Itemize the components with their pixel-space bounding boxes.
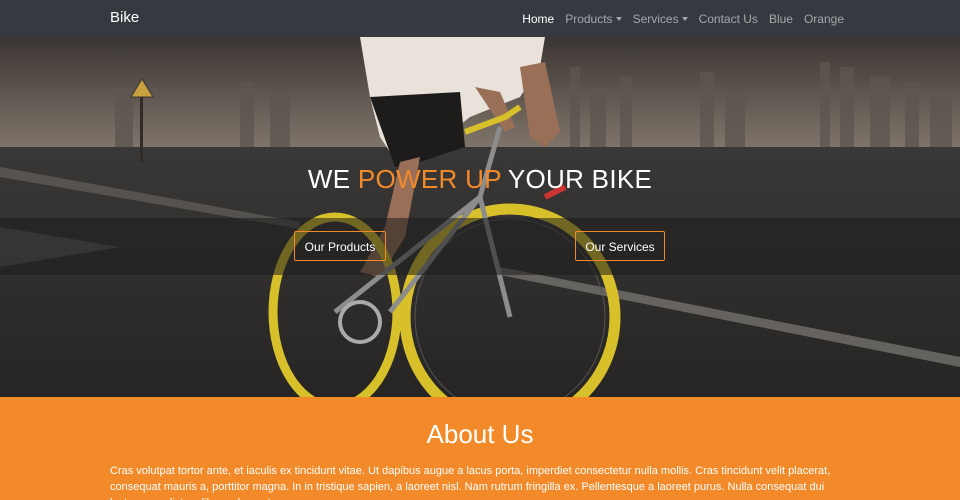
hero-title-accent: POWER UP [357,164,502,194]
chevron-down-icon [681,16,688,21]
about-text: Cras volutpat tortor ante, et iaculis ex… [110,465,831,500]
brand-logo[interactable]: Bike [110,9,139,26]
nav-menu: Home Products Services Contact Us Blue O… [511,0,844,37]
nav-services-label: Services [632,11,679,26]
chevron-down-icon [615,16,622,21]
nav-products-dropdown[interactable]: Products [565,11,622,26]
nav-blue-theme[interactable]: Blue [769,12,793,26]
hero-title-suffix: YOUR BIKE [507,164,653,194]
nav-products-label: Products [565,11,613,26]
navbar: Bike Home Products Services Contact Us B… [0,0,960,37]
our-products-button[interactable]: Our Products [294,231,386,261]
nav-services-dropdown[interactable]: Services [633,12,688,26]
nav-orange-theme[interactable]: Orange [804,12,844,26]
hero-title-prefix: WE [307,164,351,194]
about-heading: About Us [426,419,534,449]
about-section: About Us Cras volutpat tortor ante, et i… [0,397,960,500]
hero-background-image [0,37,960,397]
nav-contact-us[interactable]: Contact Us [699,12,758,26]
hero-title: WE POWER UP YOUR BIKE [0,164,960,195]
our-services-button[interactable]: Our Services [575,231,665,261]
nav-home[interactable]: Home [522,12,554,26]
hero-button-band [0,218,960,275]
hero-section: WE POWER UP YOUR BIKE Our Products Our Se… [0,37,960,397]
